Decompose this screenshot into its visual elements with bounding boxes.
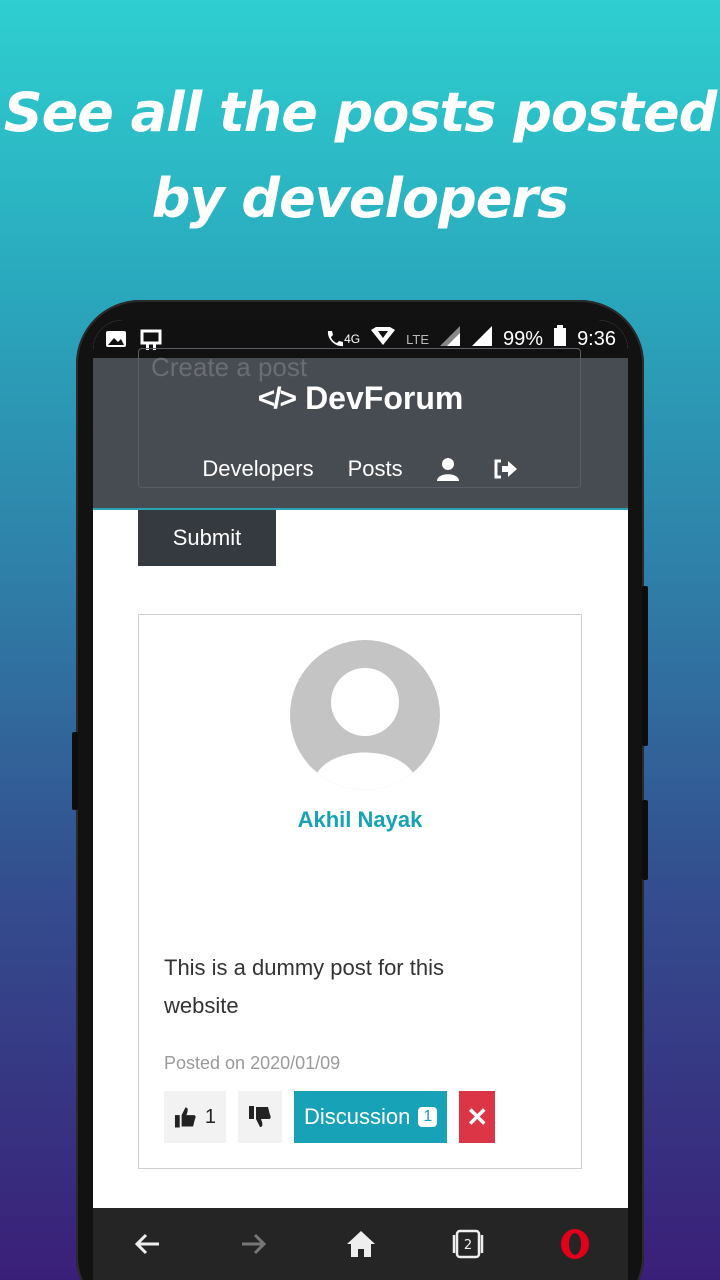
svg-text:2: 2 bbox=[463, 1238, 471, 1253]
submit-button[interactable]: Submit bbox=[138, 510, 276, 566]
lte-label: LTE bbox=[406, 331, 430, 347]
brand-link[interactable]: </> DevForum bbox=[93, 380, 628, 417]
delete-post-button[interactable]: ✕ bbox=[459, 1091, 496, 1143]
nav-link-developers[interactable]: Developers bbox=[202, 456, 313, 482]
like-button[interactable]: 1 bbox=[164, 1091, 226, 1143]
screen-share-icon bbox=[139, 329, 162, 350]
post-date: Posted on 2020/01/09 bbox=[164, 1053, 341, 1073]
thumbs-down-icon bbox=[249, 1106, 271, 1127]
forward-arrow-icon[interactable] bbox=[234, 1224, 274, 1264]
clock: 9:36 bbox=[577, 327, 616, 350]
post-text: This is a dummy post for this website bbox=[164, 955, 444, 1018]
post-author[interactable]: Akhil Nayak bbox=[139, 807, 581, 833]
nav-links: Developers Posts bbox=[93, 456, 628, 482]
back-arrow-icon[interactable] bbox=[127, 1224, 167, 1264]
gallery-icon bbox=[105, 329, 127, 349]
like-count: 1 bbox=[204, 1105, 216, 1128]
avatar bbox=[290, 640, 440, 790]
phone-side-button bbox=[642, 586, 648, 746]
post-textarea-placeholder: Create a post bbox=[151, 352, 308, 382]
phone-side-button bbox=[72, 732, 78, 810]
promo-headline: See all the posts posted by developers bbox=[3, 81, 718, 230]
code-icon: </> bbox=[257, 381, 297, 415]
navbar: Create a post </> DevForum Developers Po… bbox=[93, 348, 628, 510]
home-icon[interactable] bbox=[341, 1224, 381, 1264]
thumbs-up-icon bbox=[174, 1107, 196, 1128]
phone-side-button bbox=[642, 800, 648, 880]
discussion-button[interactable]: Discussion 1 bbox=[294, 1091, 448, 1143]
browser-bottom-bar: 2 bbox=[93, 1208, 628, 1280]
sign-out-icon[interactable] bbox=[493, 458, 519, 480]
phone-screen: 4G LTE 99% 9:36 Create a post </> DevFor… bbox=[93, 320, 628, 1280]
nav-link-posts[interactable]: Posts bbox=[348, 456, 403, 482]
opera-icon[interactable] bbox=[555, 1224, 595, 1264]
user-icon[interactable] bbox=[436, 457, 459, 481]
post-card: Akhil Nayak This is a dummy post for thi… bbox=[138, 614, 582, 1169]
tabs-icon[interactable]: 2 bbox=[448, 1224, 488, 1264]
dislike-button[interactable] bbox=[238, 1091, 282, 1143]
post-actions: 1 Discussion 1 ✕ bbox=[164, 1091, 496, 1143]
discussion-label: Discussion bbox=[304, 1104, 411, 1129]
call-4g-icon: 4G bbox=[324, 329, 360, 349]
brand-name: DevForum bbox=[305, 380, 464, 416]
discussion-count-badge: 1 bbox=[418, 1107, 438, 1127]
